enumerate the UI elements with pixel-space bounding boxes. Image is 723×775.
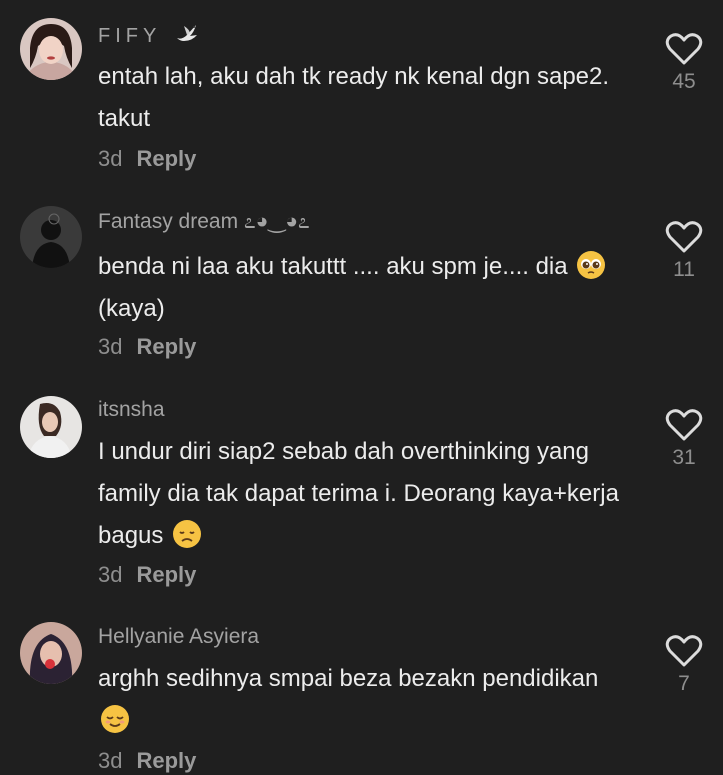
comment-text: benda ni laa aku takuttt .... aku spm je… (98, 246, 638, 330)
heart-icon (665, 409, 703, 441)
comment-time: 3d (98, 146, 123, 171)
comment-text: entah lah, aku dah tk ready nk kenal dgn… (98, 63, 610, 132)
comment-meta: 3d Reply (98, 562, 196, 588)
comment-username[interactable]: itsnsha (98, 398, 165, 422)
avatar[interactable] (20, 206, 82, 268)
like-button[interactable]: 31 (664, 408, 704, 470)
comment-text: arghh sedihnya smpai beza bezakn pendidi… (98, 658, 638, 742)
dove-icon (174, 20, 200, 46)
pleading-face-emoji (576, 250, 606, 280)
comment-meta: 3d Reply (98, 146, 196, 172)
relieved-face-emoji (100, 704, 130, 734)
like-button[interactable]: 45 (664, 32, 704, 94)
reply-button[interactable]: Reply (136, 334, 196, 359)
heart-icon (665, 33, 703, 65)
disappointed-face-emoji (172, 519, 202, 549)
avatar[interactable] (20, 18, 82, 80)
comment-time: 3d (98, 334, 123, 359)
comment-text: I undur diri siap2 sebab dah overthinkin… (98, 438, 619, 549)
comment-username[interactable]: FIFY (98, 20, 200, 48)
like-button[interactable]: 7 (664, 634, 704, 696)
reply-button[interactable]: Reply (136, 146, 196, 171)
like-count: 11 (673, 258, 695, 281)
like-count: 45 (672, 70, 696, 93)
avatar[interactable] (20, 622, 82, 684)
comment-username[interactable]: Hellyanie Asyiera (98, 625, 259, 649)
comment-meta: 3d Reply (98, 334, 196, 360)
like-count: 7 (678, 672, 690, 695)
heart-icon (665, 221, 703, 253)
comment-time: 3d (98, 562, 123, 587)
comment-meta: 3d Reply (98, 748, 196, 774)
reply-button[interactable]: Reply (136, 562, 196, 587)
reply-button[interactable]: Reply (136, 748, 196, 773)
heart-icon (665, 635, 703, 667)
like-button[interactable]: 11 (664, 220, 704, 282)
comment-time: 3d (98, 748, 123, 773)
comment-username[interactable]: Fantasy dream ೭◕‿◕೭ (98, 210, 310, 234)
avatar[interactable] (20, 396, 82, 458)
like-count: 31 (672, 446, 696, 469)
